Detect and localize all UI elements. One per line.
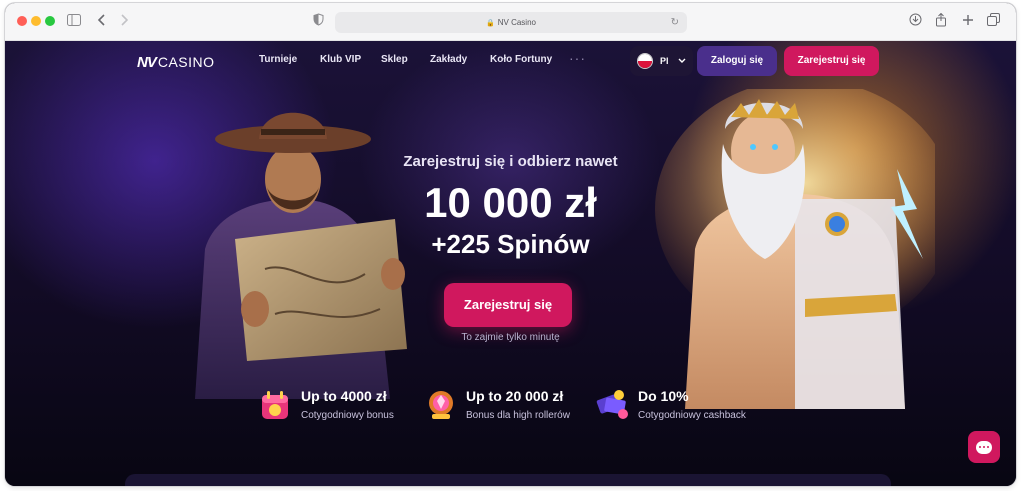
feature-cashback: Do 10% Cotygodniowy cashback (595, 385, 770, 427)
reload-icon[interactable]: ↻ (671, 12, 679, 33)
feature-title: Up to 4000 zł (301, 388, 387, 404)
crystal-ball-icon (429, 391, 453, 419)
hero-subtitle: Zarejestruj się i odbierz nawet (403, 153, 618, 170)
live-chat-button[interactable] (968, 431, 1000, 463)
browser-window: 🔒 NV Casino ↻ NV CASINO Turnieje Klub VI… (5, 3, 1016, 486)
chat-bubble-icon (976, 440, 992, 454)
nv-casino-logo[interactable]: NV CASINO (137, 51, 215, 73)
more-menu-icon[interactable]: ··· (569, 50, 586, 66)
back-icon[interactable] (97, 13, 107, 29)
feature-description: Bonus dla high rollerów (466, 410, 570, 421)
register-cta-button[interactable]: Zarejestruj się (444, 283, 572, 327)
calendar-gift-icon (262, 391, 288, 419)
share-icon[interactable] (935, 12, 947, 30)
sidebar-toggle-icon[interactable] (67, 13, 81, 29)
language-label: Pl (660, 56, 669, 66)
language-selector[interactable]: Pl (630, 46, 693, 76)
feature-description: Cotygodniowy bonus (301, 410, 394, 421)
casino-page: NV CASINO Turnieje Klub VIP Sklep Zakład… (5, 41, 1016, 486)
lock-icon: 🔒 (486, 20, 495, 27)
browser-toolbar: 🔒 NV Casino ↻ (5, 3, 1016, 41)
hero-bonus-amount: 10 000 zł (424, 179, 597, 226)
downloads-icon[interactable] (909, 13, 922, 29)
new-tab-icon[interactable] (962, 13, 974, 29)
tab-overview-icon[interactable] (987, 13, 1000, 29)
chevron-down-icon (678, 57, 686, 66)
close-window-button[interactable] (17, 16, 27, 26)
feature-title: Do 10% (638, 388, 689, 404)
login-button[interactable]: Zaloguj się (697, 46, 777, 76)
logo-text: CASINO (157, 54, 215, 70)
content-panel-edge (125, 474, 891, 486)
logo-mark: NV (137, 53, 157, 71)
top-navbar: NV CASINO Turnieje Klub VIP Sklep Zakład… (5, 41, 1016, 83)
nav-link-turnieje[interactable]: Turnieje (259, 54, 297, 65)
feature-weekly-bonus: Up to 4000 zł Cotygodniowy bonus (258, 385, 418, 427)
zoom-window-button[interactable] (45, 16, 55, 26)
cashback-cards-icon (596, 390, 628, 419)
forward-icon[interactable] (119, 13, 129, 29)
address-bar[interactable]: 🔒 NV Casino ↻ (335, 12, 687, 33)
register-button-header[interactable]: Zarejestruj się (784, 46, 879, 76)
hero-free-spins: +225 Spinów (431, 229, 590, 259)
poland-flag-icon (638, 54, 652, 68)
nav-link-zaklady[interactable]: Zakłady (430, 54, 467, 65)
nav-link-kolo-fortuny[interactable]: Koło Fortuny (490, 54, 552, 65)
feature-title: Up to 20 000 zł (466, 388, 564, 404)
nav-link-sklep[interactable]: Sklep (381, 54, 408, 65)
feature-description: Cotygodniowy cashback (638, 410, 746, 421)
minimize-window-button[interactable] (31, 16, 41, 26)
address-text: NV Casino (497, 18, 536, 27)
feature-high-roller-bonus: Up to 20 000 zł Bonus dla high rollerów (423, 385, 588, 427)
cta-note: To zajmie tylko minutę (461, 332, 560, 343)
privacy-shield-icon[interactable] (313, 13, 324, 29)
nav-link-klub-vip[interactable]: Klub VIP (320, 54, 361, 65)
